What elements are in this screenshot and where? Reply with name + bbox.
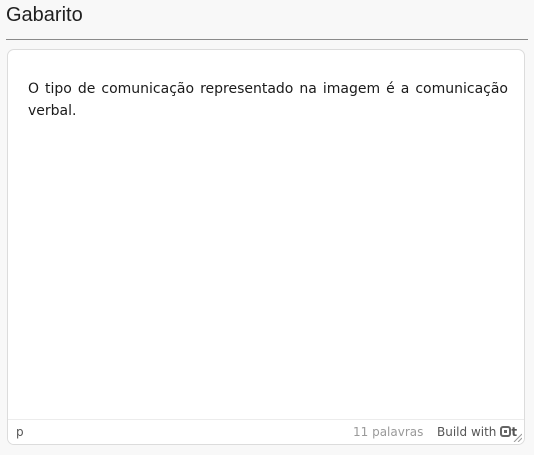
powered-by-link[interactable]: Build with t [437, 425, 517, 439]
element-path[interactable]: p [16, 425, 24, 439]
editor-statusbar: p 11 palavras Build with t [8, 419, 524, 444]
brand-label: Build with [437, 425, 497, 439]
title-divider [6, 39, 528, 40]
word-count[interactable]: 11 palavras [353, 425, 423, 439]
editor-content[interactable]: O tipo de comunicação representado na im… [28, 78, 508, 122]
brand-logo-icon [500, 426, 512, 437]
rich-text-editor[interactable]: O tipo de comunicação representado na im… [7, 49, 525, 445]
page-title: Gabarito [6, 4, 83, 26]
resize-handle-icon[interactable] [512, 432, 522, 442]
